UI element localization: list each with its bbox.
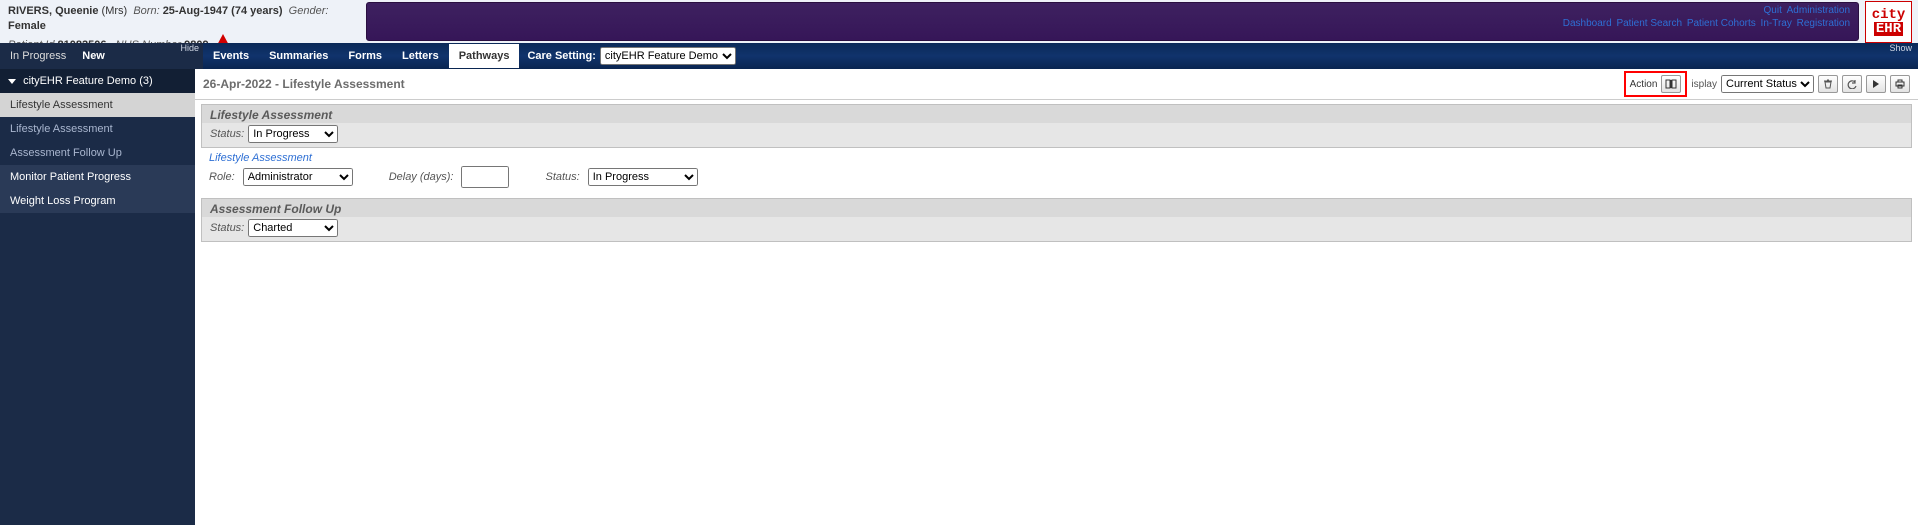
display-label: isplay xyxy=(1691,79,1717,90)
born-date: 25-Aug-1947 xyxy=(163,5,228,17)
sidebar-header[interactable]: cityEHR Feature Demo (3) xyxy=(0,69,195,93)
header-bar: Quit Administration Dashboard Patient Se… xyxy=(366,2,1859,41)
patient-banner: RIVERS, Queenie (Mrs) Born: 25-Aug-1947 … xyxy=(0,0,1918,43)
tab-forms[interactable]: Forms xyxy=(338,44,392,68)
sub-status-select[interactable]: In Progress xyxy=(588,168,698,186)
title-row: 26-Apr-2022 - Lifestyle Assessment Actio… xyxy=(195,69,1918,100)
logo-line1: city xyxy=(1872,8,1906,22)
intray-link[interactable]: In-Tray xyxy=(1761,18,1792,29)
sidebar-item-lifestyle-assessment[interactable]: Lifestyle Assessment xyxy=(0,117,195,141)
panel-lifestyle: Lifestyle Assessment Status: In Progress xyxy=(201,104,1912,148)
panel-lifestyle-head: Lifestyle Assessment xyxy=(201,104,1912,123)
admin-link[interactable]: Administration xyxy=(1787,5,1850,16)
care-setting: Care Setting: cityEHR Feature Demo xyxy=(519,47,735,65)
delay-input[interactable] xyxy=(461,166,509,188)
care-setting-label: Care Setting: xyxy=(527,50,595,62)
display-select[interactable]: Current Status xyxy=(1721,75,1814,93)
header-links: Quit Administration Dashboard Patient Se… xyxy=(1561,5,1850,29)
trash-icon[interactable] xyxy=(1818,75,1838,93)
hide-sidebar-link[interactable]: Hide xyxy=(180,43,199,53)
patient-search-link[interactable]: Patient Search xyxy=(1616,18,1682,29)
quit-link[interactable]: Quit xyxy=(1764,5,1782,16)
sub-status-label: Status: xyxy=(545,171,579,183)
page-title: 26-Apr-2022 - Lifestyle Assessment xyxy=(203,77,405,91)
role-label: Role: xyxy=(209,171,235,183)
sidebar-item-assessment-follow-up[interactable]: Assessment Follow Up xyxy=(0,141,195,165)
main-tabs: Events Summaries Forms Letters Pathways … xyxy=(203,43,736,69)
patient-age: (74 years) xyxy=(231,5,282,17)
lifestyle-status-select[interactable]: In Progress xyxy=(248,125,338,143)
sidebar-header-label: cityEHR Feature Demo (3) xyxy=(23,75,153,87)
action-label: Action xyxy=(1630,79,1658,90)
sidebar: cityEHR Feature Demo (3) Lifestyle Asses… xyxy=(0,69,195,525)
lifestyle-sub-body: Role: Administrator Delay (days): Status… xyxy=(201,164,1912,194)
panel-followup-body: Status: Charted xyxy=(201,217,1912,242)
role-select[interactable]: Administrator xyxy=(243,168,353,186)
tab-events[interactable]: Events xyxy=(203,44,259,68)
tab-new[interactable]: New xyxy=(80,45,107,67)
patient-gender: Female xyxy=(8,20,46,32)
show-toolbar-link[interactable]: Show xyxy=(1889,43,1912,53)
sidebar-item-monitor-progress[interactable]: Monitor Patient Progress xyxy=(0,165,195,189)
print-icon[interactable] xyxy=(1890,75,1910,93)
lifestyle-status-label: Status: xyxy=(210,128,244,140)
tab-in-progress[interactable]: In Progress xyxy=(8,45,68,67)
lifestyle-assessment-link[interactable]: Lifestyle Assessment xyxy=(201,148,1912,164)
main-panel: 26-Apr-2022 - Lifestyle Assessment Actio… xyxy=(195,69,1918,525)
tabs-row: In Progress New Hide Events Summaries Fo… xyxy=(0,43,1918,69)
dashboard-link[interactable]: Dashboard xyxy=(1563,18,1612,29)
sidebar-item-lifestyle-assessment-active[interactable]: Lifestyle Assessment xyxy=(0,93,195,117)
action-box-highlight: Action xyxy=(1624,71,1688,97)
display-group: isplay Current Status xyxy=(1691,75,1910,93)
registration-link[interactable]: Registration xyxy=(1797,18,1850,29)
followup-status-label: Status: xyxy=(210,222,244,234)
mode-tabs: In Progress New Hide xyxy=(0,43,203,69)
chevron-down-icon xyxy=(8,79,16,84)
content: cityEHR Feature Demo (3) Lifestyle Asses… xyxy=(0,69,1918,525)
undo-icon[interactable] xyxy=(1842,75,1862,93)
logo: city EHR xyxy=(1865,1,1912,43)
care-setting-select[interactable]: cityEHR Feature Demo xyxy=(600,47,736,65)
play-icon[interactable] xyxy=(1866,75,1886,93)
patient-surname: RIVERS, xyxy=(8,5,52,17)
followup-status-select[interactable]: Charted xyxy=(248,219,338,237)
tab-letters[interactable]: Letters xyxy=(392,44,449,68)
panel-followup-head: Assessment Follow Up xyxy=(201,198,1912,217)
delay-label: Delay (days): xyxy=(389,171,454,183)
patient-title: (Mrs) xyxy=(102,5,128,17)
born-label: Born: xyxy=(133,5,159,17)
patient-cohorts-link[interactable]: Patient Cohorts xyxy=(1687,18,1756,29)
gender-label: Gender: xyxy=(289,5,329,17)
panel-followup: Assessment Follow Up Status: Charted xyxy=(201,198,1912,242)
book-icon[interactable] xyxy=(1661,75,1681,93)
tab-summaries[interactable]: Summaries xyxy=(259,44,338,68)
logo-line2: EHR xyxy=(1874,22,1903,36)
tab-pathways[interactable]: Pathways xyxy=(449,44,520,68)
panel-lifestyle-body: Status: In Progress xyxy=(201,123,1912,148)
patient-given: Queenie xyxy=(55,5,98,17)
sidebar-item-weight-loss[interactable]: Weight Loss Program xyxy=(0,189,195,213)
